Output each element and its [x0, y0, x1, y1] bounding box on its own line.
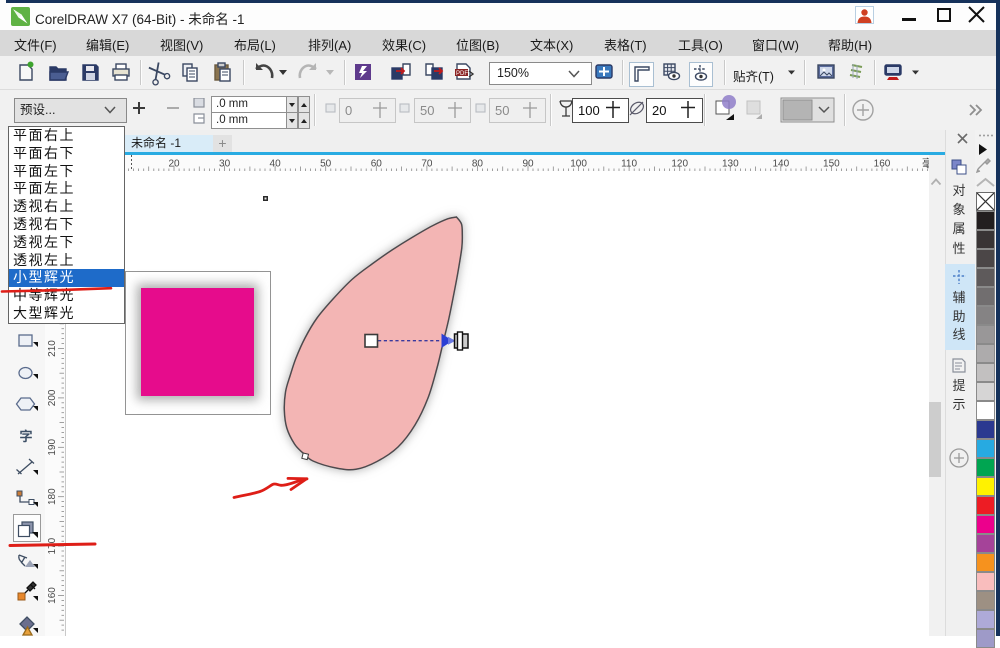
svg-text:字: 字 — [19, 429, 32, 444]
svg-text:160: 160 — [874, 158, 891, 169]
svg-text:110: 110 — [621, 158, 637, 169]
svg-text:30: 30 — [219, 158, 231, 169]
svg-text:170: 170 — [47, 537, 58, 554]
svg-text:20: 20 — [168, 158, 180, 169]
svg-text:80: 80 — [472, 158, 484, 169]
svg-text:130: 130 — [722, 158, 739, 169]
svg-text:90: 90 — [522, 158, 534, 169]
svg-text:190: 190 — [47, 438, 58, 455]
svg-text:40: 40 — [270, 158, 282, 169]
svg-text:210: 210 — [47, 339, 58, 356]
svg-text:70: 70 — [421, 158, 433, 169]
svg-text:100: 100 — [570, 158, 587, 169]
svg-text:PDF: PDF — [456, 71, 468, 77]
svg-text:180: 180 — [47, 487, 58, 504]
svg-text:50: 50 — [320, 158, 332, 169]
svg-text:150: 150 — [823, 158, 840, 169]
svg-text:200: 200 — [47, 389, 58, 406]
svg-text:140: 140 — [772, 158, 789, 169]
svg-text:120: 120 — [671, 158, 688, 169]
svg-text:160: 160 — [47, 586, 58, 603]
svg-text:60: 60 — [371, 158, 383, 169]
